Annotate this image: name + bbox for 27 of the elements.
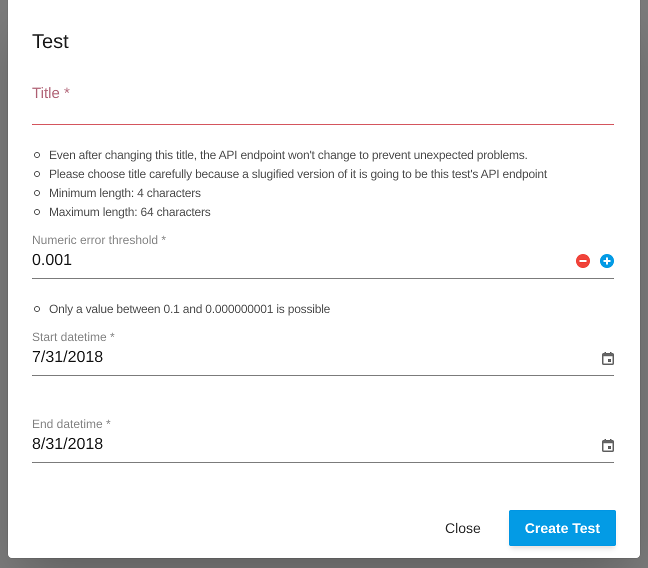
hint-text: Maximum length: 64 characters [49,204,211,220]
bullet-icon [34,190,40,196]
hint-text: Only a value between 0.1 and 0.000000001 is possible [49,301,330,317]
input-field[interactable]: Title * [32,78,614,125]
close-button[interactable]: Close [436,510,489,546]
bullet-icon [34,209,40,215]
hint-text: Even after changing this title, the API endpoint won't change to prevent unexpected problems. [49,147,528,163]
hint-text: Minimum length: 4 characters [49,185,201,201]
date-field[interactable]: End datetime * 8/31/2018 [32,416,614,463]
field-label: Numeric error threshold * [32,232,166,248]
calendar-icon[interactable] [602,352,614,364]
field-value: 8/31/2018 [32,435,104,455]
bullet-icon [34,171,40,177]
increment-icon[interactable] [600,254,614,268]
calendar-icon[interactable] [602,438,614,452]
bullet-icon [34,306,40,312]
field-label: Start datetime * [32,329,115,345]
input-field[interactable]: Numeric error threshold * 0.001 [32,232,614,279]
dialog-title: Test [32,30,70,55]
field-label: Title * [32,84,70,104]
date-field[interactable]: Start datetime * 7/31/2018 [32,329,614,376]
field-value: 0.001 [32,251,72,271]
bullet-icon [34,152,40,158]
field-label: End datetime * [32,416,111,432]
decrement-icon[interactable] [576,254,590,268]
hint-text: Please choose title carefully because a slugified version of it is going to be this test's API endpoint [49,166,547,182]
field-value: 7/31/2018 [32,348,104,368]
